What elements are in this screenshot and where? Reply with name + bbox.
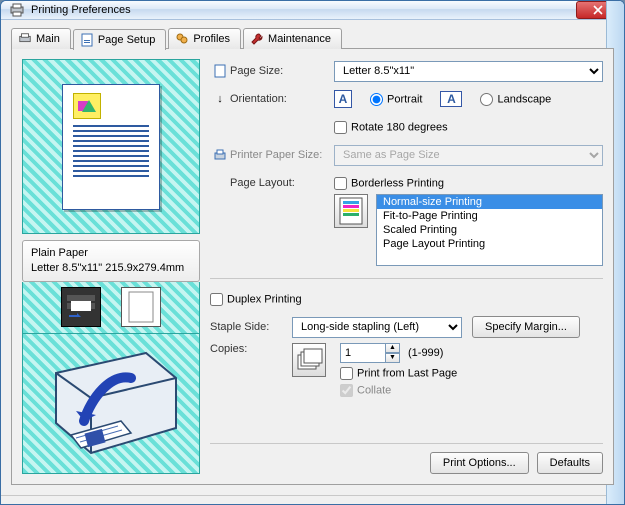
duplex-checkbox[interactable]: Duplex Printing [210, 293, 302, 306]
tray-cassette-icon[interactable] [121, 287, 161, 327]
dialog-footer: OK Cancel [1, 495, 624, 505]
list-item[interactable]: Page Layout Printing [377, 237, 602, 251]
page-setup-panel: Plain Paper Letter 8.5"x11" 215.9x279.4m… [11, 48, 614, 485]
tab-main[interactable]: Main [11, 28, 71, 49]
tab-page-setup[interactable]: Page Setup [73, 29, 167, 50]
printer-paper-size-label: Printer Paper Size: [230, 149, 334, 161]
copies-spinner[interactable]: ▲▼ [340, 343, 400, 363]
tab-maintenance[interactable]: Maintenance [243, 28, 342, 49]
printer-icon [9, 2, 25, 18]
printer-paper-icon [210, 148, 230, 162]
print-options-button[interactable]: Print Options... [430, 452, 529, 474]
page-icon [80, 33, 94, 47]
portrait-icon: A [334, 90, 352, 108]
paper-type-label: Plain Paper [31, 246, 191, 261]
printer-paper-size-select: Same as Page Size [334, 145, 603, 166]
copies-input[interactable] [340, 343, 386, 363]
printer-icon [18, 32, 32, 46]
page-size-icon [210, 64, 230, 78]
landscape-radio[interactable]: Landscape [480, 93, 551, 106]
page-layout-list[interactable]: Normal-size Printing Fit-to-Page Printin… [376, 194, 603, 266]
portrait-radio[interactable]: Portrait [370, 93, 422, 106]
tray-preview-row [22, 282, 200, 334]
printer-preview [22, 334, 200, 474]
print-last-page-checkbox[interactable]: Print from Last Page [340, 367, 457, 380]
paper-dims-label: Letter 8.5"x11" 215.9x279.4mm [31, 261, 191, 276]
paper-info-box: Plain Paper Letter 8.5"x11" 215.9x279.4m… [22, 240, 200, 282]
tray-rear-icon[interactable] [61, 287, 101, 327]
page-preview [22, 59, 200, 234]
spin-up[interactable]: ▲ [385, 343, 400, 353]
tab-strip: Main Page Setup Profiles Maintenance [11, 28, 614, 49]
titlebar: Printing Preferences [1, 1, 624, 20]
tab-label: Maintenance [268, 33, 331, 45]
page-thumbnail [62, 84, 160, 210]
copies-label: Copies: [210, 343, 292, 355]
staple-side-select[interactable]: Long-side stapling (Left) [292, 317, 462, 338]
spin-down[interactable]: ▼ [385, 353, 400, 363]
specify-margin-button[interactable]: Specify Margin... [472, 316, 580, 338]
wrench-icon [250, 32, 264, 46]
rotate-180-checkbox[interactable]: Rotate 180 degrees [334, 121, 448, 134]
staple-side-label: Staple Side: [210, 321, 292, 333]
profiles-icon [175, 32, 189, 46]
borderless-checkbox[interactable]: Borderless Printing [334, 177, 603, 190]
page-size-select[interactable]: Letter 8.5"x11" [334, 61, 603, 82]
landscape-icon: A [440, 91, 462, 107]
window-title: Printing Preferences [31, 4, 576, 16]
orientation-icon: ↓ [210, 93, 230, 105]
tab-profiles[interactable]: Profiles [168, 28, 241, 49]
orientation-label: Orientation: [230, 93, 334, 105]
page-size-label: Page Size: [230, 65, 334, 77]
tab-label: Page Setup [98, 34, 156, 46]
tab-label: Main [36, 33, 60, 45]
defaults-button[interactable]: Defaults [537, 452, 603, 474]
list-item[interactable]: Normal-size Printing [377, 195, 602, 209]
tab-label: Profiles [193, 33, 230, 45]
list-item[interactable]: Scaled Printing [377, 223, 602, 237]
list-item[interactable]: Fit-to-Page Printing [377, 209, 602, 223]
page-layout-label: Page Layout: [230, 177, 334, 189]
copies-icon [292, 343, 326, 377]
collate-checkbox: Collate [340, 384, 457, 397]
copies-range-label: (1-999) [408, 347, 443, 359]
layout-thumb-icon [334, 194, 368, 228]
printing-preferences-window: Printing Preferences Main Page Setup Pro… [0, 0, 625, 505]
